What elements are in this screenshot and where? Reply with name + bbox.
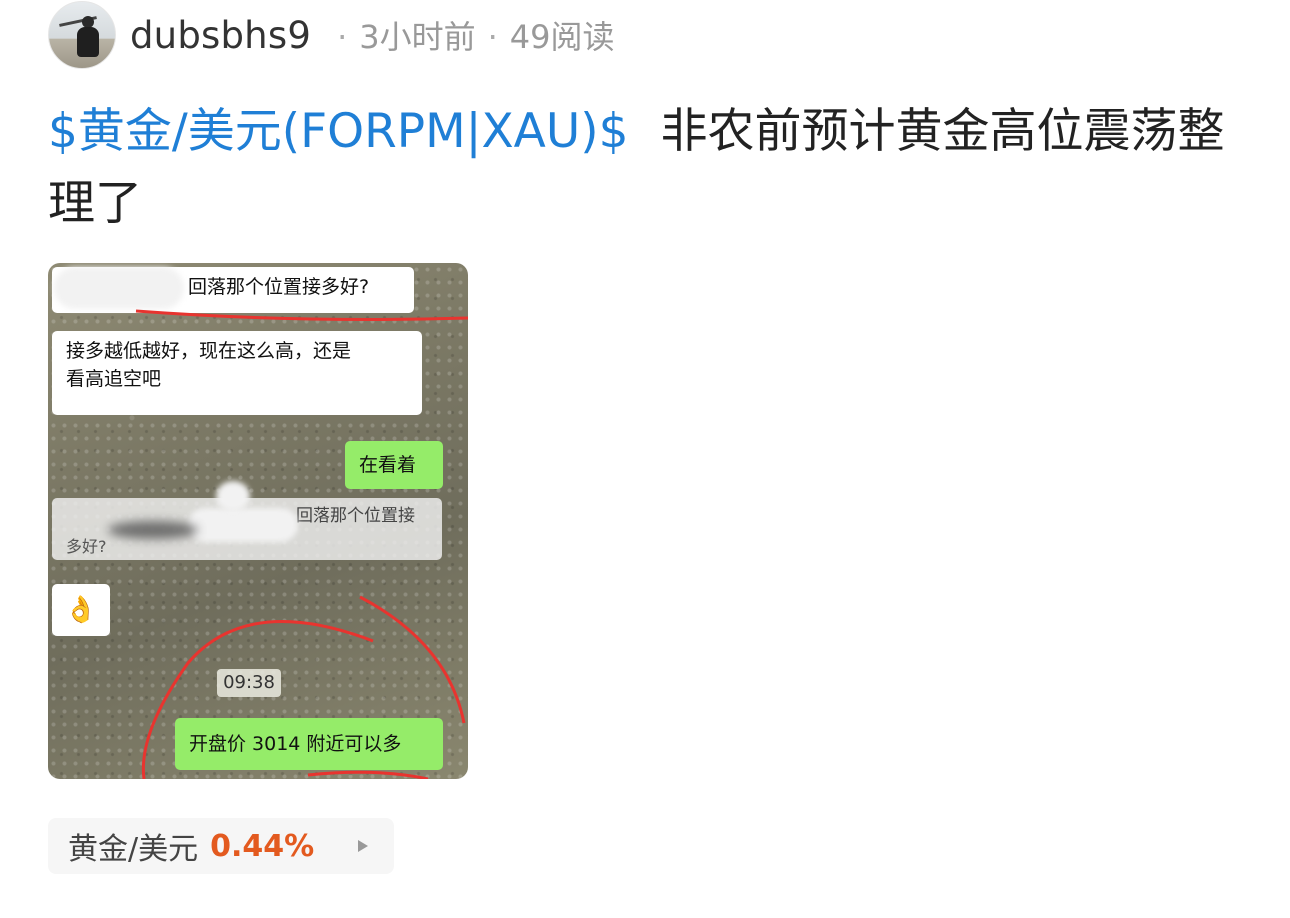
quote-change: 0.44% <box>210 828 315 864</box>
chevron-right-icon <box>358 840 368 852</box>
avatar[interactable] <box>48 1 116 69</box>
quote-chip[interactable]: 黄金/美元 0.44% <box>48 818 394 874</box>
quote-name: 黄金/美元 <box>68 832 199 867</box>
read-count: 49阅读 <box>509 18 615 56</box>
post-meta: · 3小时前 · 49阅读 <box>337 18 615 56</box>
post-image[interactable]: 回落那个位置接多好? 接多越低越好，现在这么高，还是 看高追空吧 在看着 回落那… <box>48 263 468 779</box>
time-ago: 3小时前 <box>359 18 476 56</box>
stock-tag-link[interactable]: $黄金/美元(FORPM|XAU)$ <box>48 104 628 159</box>
post-title: $黄金/美元(FORPM|XAU)$ 非农前预计黄金高位震荡整理了 <box>48 96 1238 240</box>
post-header: dubsbhs9 · 3小时前 · 49阅读 <box>48 0 615 70</box>
username[interactable]: dubsbhs9 <box>130 14 311 57</box>
red-annotation-marks <box>135 309 468 779</box>
